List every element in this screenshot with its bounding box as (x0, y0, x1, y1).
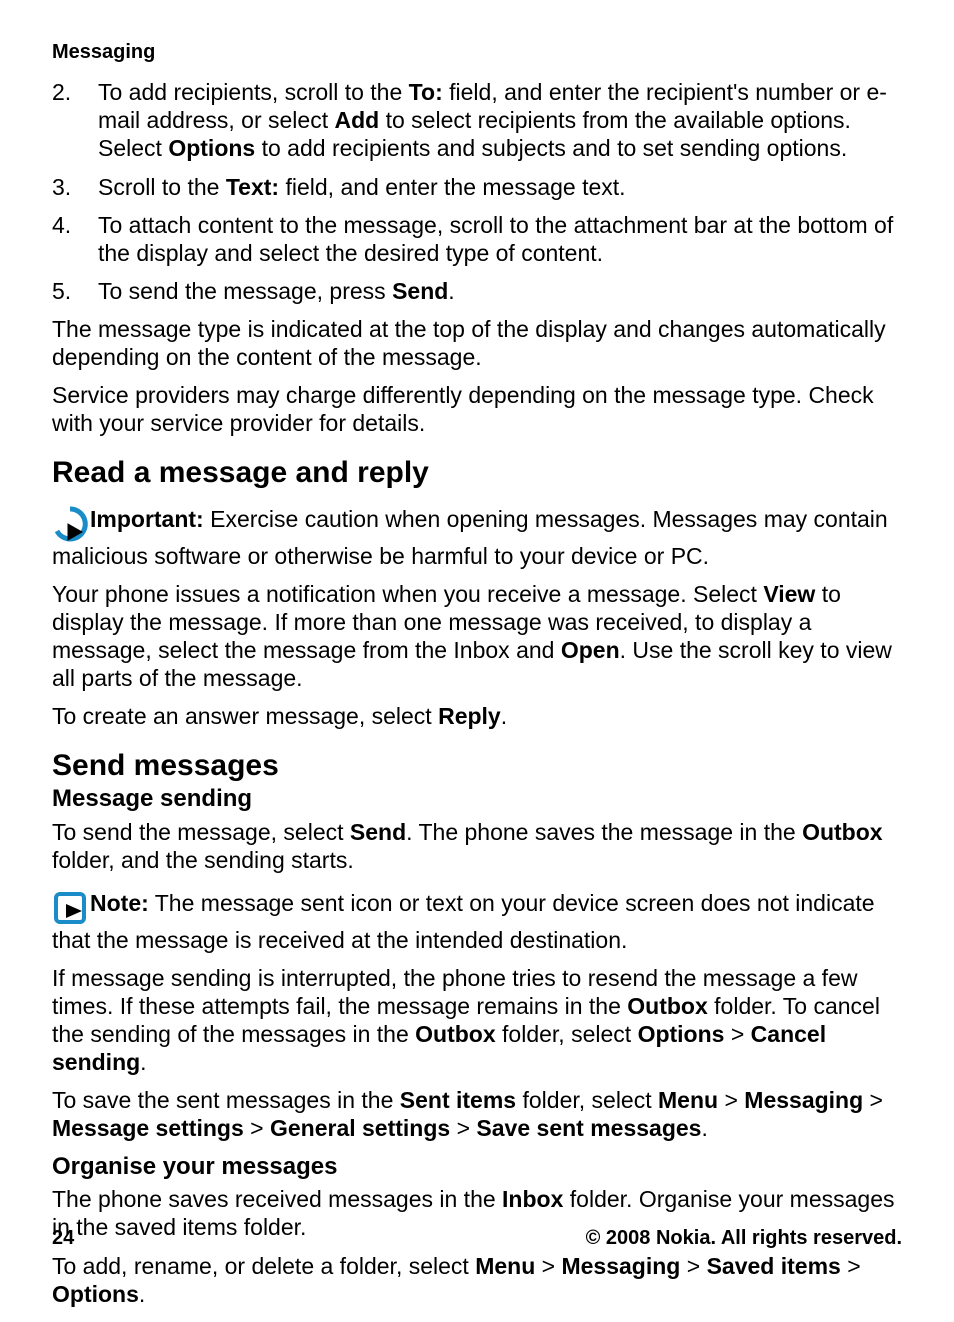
body-paragraph: To save the sent messages in the Sent it… (52, 1086, 902, 1142)
important-icon (52, 506, 88, 548)
body-paragraph: To create an answer message, select Repl… (52, 702, 902, 730)
page-header: Messaging (52, 40, 902, 64)
step-text: To send the message, press Send. (98, 277, 902, 305)
body-paragraph: To send the message, select Send. The ph… (52, 818, 902, 874)
body-paragraph: Service providers may charge differently… (52, 381, 902, 437)
step-text: To add recipients, scroll to the To: fie… (98, 78, 902, 162)
step-text: To attach content to the message, scroll… (98, 211, 902, 267)
note-label: Note: (90, 890, 149, 916)
step-number: 5. (52, 277, 98, 305)
step-number: 4. (52, 211, 98, 267)
step-item: 3.Scroll to the Text: field, and enter t… (52, 173, 902, 201)
important-block: Important: Exercise caution when opening… (52, 500, 902, 570)
section-heading-read: Read a message and reply (52, 455, 902, 492)
subsection-heading-organise: Organise your messages (52, 1152, 902, 1181)
step-item: 2.To add recipients, scroll to the To: f… (52, 78, 902, 162)
body-paragraph: To add, rename, or delete a folder, sele… (52, 1252, 902, 1308)
step-item: 4.To attach content to the message, scro… (52, 211, 902, 267)
step-number: 2. (52, 78, 98, 162)
page-number: 24 (52, 1226, 74, 1250)
subsection-heading-message-sending: Message sending (52, 784, 902, 813)
note-text: The message sent icon or text on your de… (52, 890, 875, 953)
important-label: Important: (90, 506, 204, 532)
body-paragraph: If message sending is interrupted, the p… (52, 964, 902, 1076)
step-list: 2.To add recipients, scroll to the To: f… (52, 78, 902, 304)
step-text: Scroll to the Text: field, and enter the… (98, 173, 902, 201)
body-paragraph: The message type is indicated at the top… (52, 315, 902, 371)
body-paragraph: Your phone issues a notification when yo… (52, 580, 902, 692)
copyright-text: © 2008 Nokia. All rights reserved. (586, 1226, 902, 1250)
section-heading-send: Send messages (52, 748, 902, 785)
note-icon (52, 890, 88, 932)
note-block: Note: The message sent icon or text on y… (52, 884, 902, 954)
step-item: 5.To send the message, press Send. (52, 277, 902, 305)
page-footer: 24 © 2008 Nokia. All rights reserved. (52, 1226, 902, 1250)
step-number: 3. (52, 173, 98, 201)
